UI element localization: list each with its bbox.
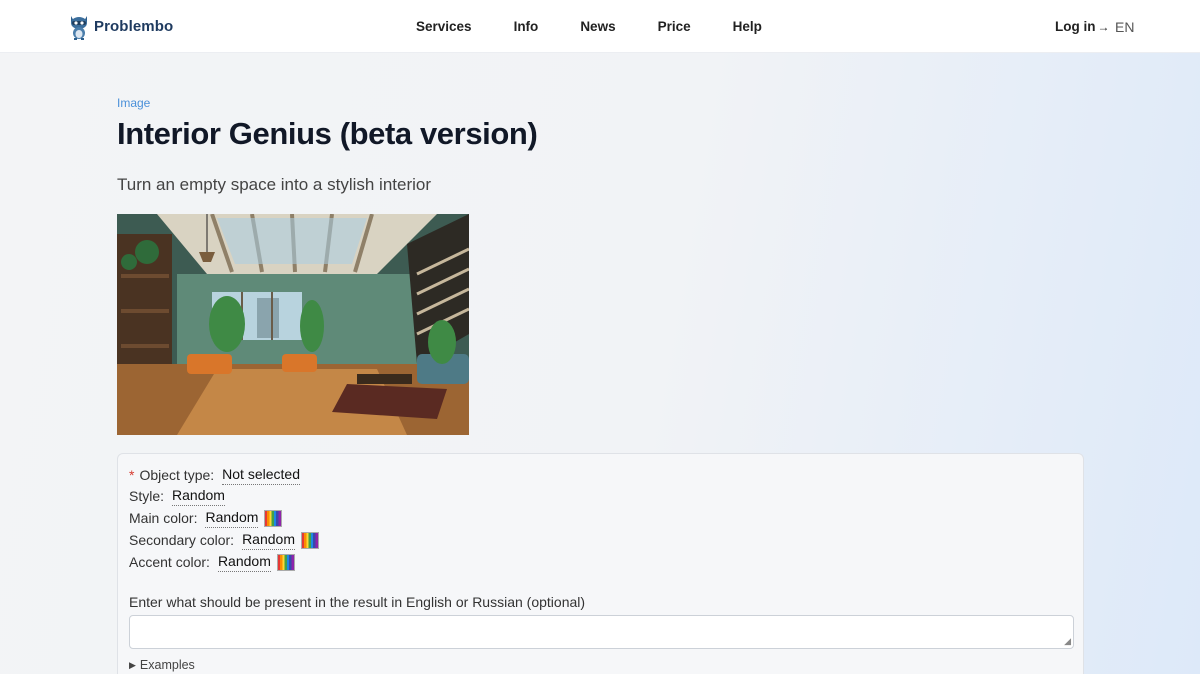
main-color-label: Main color:	[129, 510, 198, 526]
secondary-color-row: Secondary color: Random	[129, 530, 319, 550]
rainbow-swatch-icon[interactable]	[276, 553, 295, 571]
prompt-label: Enter what should be present in the resu…	[129, 594, 586, 610]
interior-illustration	[117, 214, 469, 435]
page-subtitle: Turn an empty space into a stylish inter…	[117, 175, 432, 194]
language-switcher[interactable]: EN	[1115, 18, 1134, 36]
nav-item-help[interactable]: Help	[733, 18, 762, 36]
page-title: Interior Genius (beta version)	[117, 116, 538, 151]
secondary-color-label: Secondary color:	[129, 532, 235, 548]
breadcrumb[interactable]: Image	[117, 96, 150, 110]
generation-form: * Object type: Not selected Style: Rando…	[117, 453, 1084, 674]
style-select[interactable]: Random	[172, 487, 225, 506]
nav-item-news[interactable]: News	[580, 18, 615, 36]
login-label: Log in	[1055, 19, 1096, 34]
login-link[interactable]: Log in →	[1055, 18, 1110, 36]
object-type-label: Object type:	[139, 467, 215, 483]
prompt-textarea[interactable]: ◢	[129, 615, 1074, 649]
style-label: Style:	[129, 488, 165, 504]
main-color-select[interactable]: Random	[205, 509, 259, 528]
main-nav: Services Info News Price Help	[416, 18, 804, 36]
nav-item-info[interactable]: Info	[514, 18, 539, 36]
hero-interior-image	[117, 214, 469, 435]
secondary-color-select[interactable]: Random	[242, 531, 295, 550]
rainbow-swatch-icon[interactable]	[300, 531, 319, 549]
brand-name: Problembo	[94, 17, 174, 35]
nav-item-services[interactable]: Services	[416, 18, 472, 36]
site-header: Problembo Services Info News Price Help …	[0, 0, 1200, 53]
rainbow-swatch-icon[interactable]	[264, 509, 283, 527]
required-mark: *	[129, 467, 135, 483]
style-row: Style: Random	[129, 486, 225, 506]
object-type-select[interactable]: Not selected	[222, 466, 300, 485]
object-type-row: * Object type: Not selected	[129, 465, 300, 485]
raccoon-logo-icon	[71, 16, 87, 40]
brand-logo[interactable]: Problembo	[68, 12, 173, 40]
disclosure-triangle-icon: ▶	[129, 659, 136, 670]
main-color-row: Main color: Random	[129, 508, 283, 528]
accent-color-row: Accent color: Random	[129, 552, 295, 572]
examples-label: Examples	[139, 658, 195, 672]
accent-color-label: Accent color:	[129, 554, 210, 570]
resize-handle-icon[interactable]: ◢	[1064, 637, 1071, 646]
nav-item-price[interactable]: Price	[658, 18, 691, 36]
accent-color-select[interactable]: Random	[217, 553, 271, 572]
examples-toggle[interactable]: ▶ Examples	[129, 658, 195, 672]
login-arrow-icon: →	[1097, 20, 1110, 34]
